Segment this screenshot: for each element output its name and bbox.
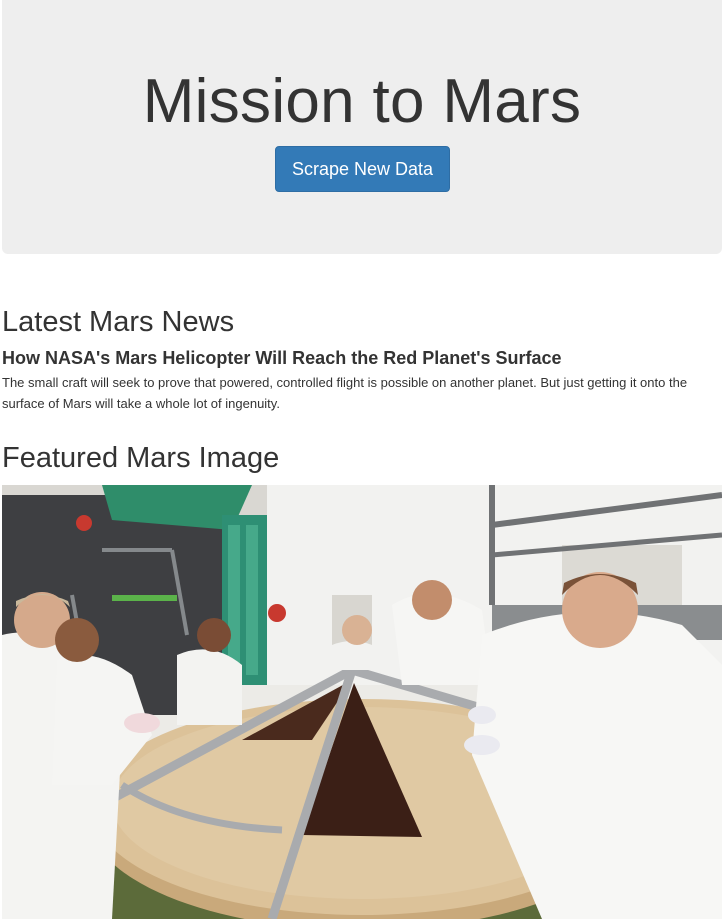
featured-image-heading: Featured Mars Image [2, 442, 280, 474]
news-headline: How NASA's Mars Helicopter Will Reach th… [2, 348, 562, 368]
page-title: Mission to Mars [142, 67, 582, 136]
jumbotron-header: Mission to Mars Scrape New Data [2, 0, 722, 254]
latest-news-heading: Latest Mars News [2, 306, 235, 338]
news-teaser: The small craft will seek to prove that … [2, 375, 688, 411]
featured-mars-image[interactable] [2, 485, 722, 919]
scrape-new-data-button[interactable]: Scrape New Data [275, 146, 450, 192]
featured-image-illustration [2, 485, 722, 919]
